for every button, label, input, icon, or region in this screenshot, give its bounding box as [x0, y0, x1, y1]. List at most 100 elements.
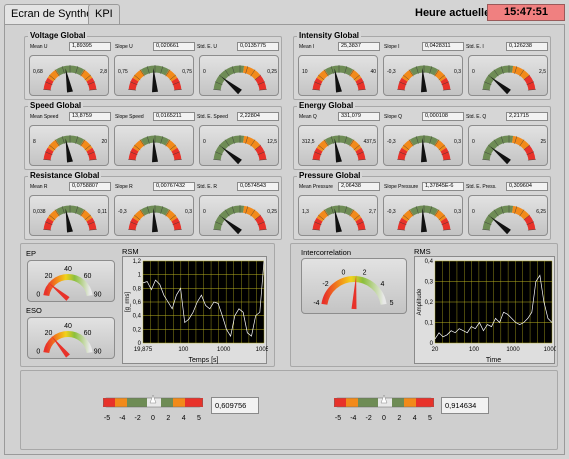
gauge-tick-label: 40: [64, 266, 72, 273]
x-tick-label: 1000: [506, 347, 520, 353]
kpi-gauge: 0,68 2,8: [29, 55, 109, 96]
x-axis-label: Temps [s]: [189, 357, 219, 364]
kpi-gauge: [114, 125, 194, 166]
y-axis-label: Amplitude: [417, 288, 423, 315]
rsm-chart: 1,210,80,60,40,2019,875100100010050Temps…: [122, 256, 273, 364]
eso-label: ESO: [26, 306, 42, 315]
stat-value: 0,0428311: [422, 42, 464, 51]
gauge-min: 0: [203, 69, 206, 75]
kpi-gauge: 8 20: [29, 125, 109, 166]
rsm-label: RSM: [122, 247, 139, 256]
gauge-tick-label: 0: [341, 270, 345, 277]
gauge-min: 10: [302, 69, 308, 75]
stat-value: 1,37845E-6: [422, 182, 464, 191]
x-tick-label: 20: [432, 347, 439, 353]
group-title: Intensity Global: [297, 31, 362, 40]
x-tick-label: 1000: [217, 347, 231, 353]
stat-value: 2,06438: [338, 182, 380, 191]
bar-tick-label: -2: [135, 415, 141, 422]
y-tick-label: 0,3: [425, 280, 434, 286]
gauge-max: 0,75: [182, 69, 192, 75]
kpi-gauge: 0 2,5: [468, 55, 548, 96]
gauge-max: 40: [370, 69, 376, 75]
gauge-max: 2,5: [539, 69, 546, 75]
intercorrelation-gauge: -4 -2 0 2 4 5: [301, 258, 407, 314]
ep-label: EP: [26, 249, 37, 258]
ep-gauge: 0 20 40 60 90: [27, 260, 115, 302]
stat-value: 1,89395: [69, 42, 111, 51]
bar-tick-label: 2: [397, 415, 401, 422]
stat-value: 0,020661: [153, 42, 195, 51]
y-tick-label: 0,6: [133, 300, 142, 306]
gauge-max: 0,3: [454, 209, 461, 215]
kpi-gauge: 10 40: [298, 55, 378, 96]
gauge-min: 0: [203, 139, 206, 145]
gauge-max: 20: [101, 139, 107, 145]
group-title: Speed Global: [28, 101, 84, 110]
gauge-tick-label: -4: [313, 300, 319, 307]
stat-label: Std. E. Q: [466, 114, 487, 120]
stat-label: Slope Pressure: [384, 184, 419, 190]
kpi-gauge: -0,3 0,3: [383, 195, 463, 236]
gauge-min: -0,3: [387, 69, 396, 75]
stat-value: 0,0758807: [69, 182, 111, 191]
group-0: Voltage Global Mean U 1,89395 Slope U 0,0206…: [24, 31, 282, 100]
stat-label: Slope I: [384, 44, 400, 50]
gauge-tick-label: 2: [363, 270, 367, 277]
bar-tick-label: -5: [335, 415, 341, 422]
gauge-min: 312,5: [302, 139, 315, 145]
stat-value: 25,3837: [338, 42, 380, 51]
bar-tick-label: 0: [382, 415, 386, 422]
stat-value: 331,079: [338, 112, 380, 121]
kpi-gauge: -0,3 0,3: [114, 195, 194, 236]
bar-tick-label: 4: [182, 415, 186, 422]
group-1: Intensity Global Mean I 25,3837 Slope I 0,04…: [293, 31, 551, 100]
gauge-tick-label: 0: [36, 291, 40, 298]
kpi-gauge: 1,3 2,7: [298, 195, 378, 236]
kpi-gauge: 312,5 437,5: [298, 125, 378, 166]
group-2: Speed Global Mean Speed 13,8759 Slope Speed…: [24, 101, 282, 170]
gauge-max: 437,5: [363, 139, 376, 145]
gauge-tick-label: 90: [94, 348, 102, 355]
stat-label: Mean U: [30, 44, 48, 50]
clock-label: Heure actuelle:: [415, 7, 494, 19]
gauge-max: 2,8: [100, 69, 107, 75]
y-tick-label: 0,1: [425, 321, 434, 327]
stat-value: 2,22804: [237, 112, 279, 121]
stat-label: Std. E. Speed: [197, 114, 228, 120]
stat-value: 0,126238: [506, 42, 548, 51]
stat-label: Slope Q: [384, 114, 403, 120]
gauge-min: 8: [33, 139, 36, 145]
bar-tick-label: -5: [104, 415, 110, 422]
stat-label: Std. E. Press.: [466, 184, 497, 190]
gauge-min: 0,75: [118, 69, 128, 75]
kpi-gauge: 0 12,5: [199, 125, 279, 166]
group-title: Voltage Global: [28, 31, 88, 40]
tab-kpi[interactable]: KPI: [88, 4, 120, 24]
gauge-max: 0,25: [267, 209, 277, 215]
stat-label: Slope Speed: [115, 114, 144, 120]
kpi-gauge: -0,3 0,3: [383, 55, 463, 96]
x-axis-label: Time: [486, 357, 501, 364]
right-bar-indicator: -5 -4 -2 0 2 4 5: [334, 394, 434, 425]
right-value-display: 0,914634: [441, 397, 489, 414]
group-title: Pressure Global: [297, 171, 363, 180]
x-tick-label: 100: [469, 347, 480, 353]
stat-value: 0,0135775: [237, 42, 279, 51]
eso-gauge: 0 20 40 60 90: [27, 317, 115, 359]
stat-value: 13,8759: [69, 112, 111, 121]
bar-tick-label: 2: [166, 415, 170, 422]
gauge-max: 0,11: [98, 209, 108, 215]
x-tick-label: 19,875: [134, 347, 153, 353]
gauge-max: 0,3: [454, 69, 461, 75]
stat-label: Slope R: [115, 184, 133, 190]
y-tick-label: 0,2: [425, 300, 434, 306]
y-tick-label: 0,8: [133, 286, 142, 292]
stat-label: Slope U: [115, 44, 133, 50]
gauge-min: 0,68: [33, 69, 43, 75]
stat-value: 0,0165211: [153, 112, 195, 121]
gauge-max: 0,25: [267, 69, 277, 75]
gauge-min: -0,3: [118, 209, 127, 215]
gauge-tick-label: 0: [36, 348, 40, 355]
y-axis-label: [g_rms]: [125, 292, 131, 312]
